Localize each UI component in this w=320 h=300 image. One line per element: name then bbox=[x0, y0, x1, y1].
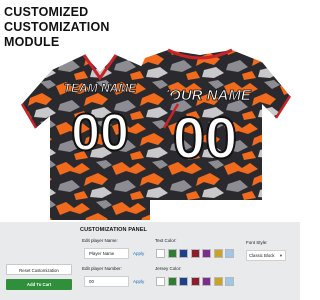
text-color-swatch[interactable] bbox=[156, 249, 165, 258]
text-color-label: Text Color: bbox=[155, 238, 177, 243]
jersey-color-swatch[interactable] bbox=[202, 277, 211, 286]
title-line: MODULE bbox=[4, 35, 60, 49]
jersey-color-swatch[interactable] bbox=[225, 277, 234, 286]
reset-customization-button[interactable]: Reset Customization bbox=[6, 264, 72, 275]
player-name-label: Edit player Name: bbox=[82, 238, 118, 243]
player-number-apply-button[interactable]: Apply bbox=[133, 279, 144, 284]
title-line: CUSTOMIZATION bbox=[4, 20, 110, 34]
player-number-label: Edit player Number: bbox=[82, 266, 122, 271]
jersey-color-label: Jersey Color: bbox=[155, 266, 182, 271]
jersey-color-swatch[interactable] bbox=[167, 277, 177, 286]
customization-page: YOUR NAME 00 TEAM NAME 00 CUSTOMIZED CUS… bbox=[0, 0, 300, 300]
jersey-color-swatch[interactable] bbox=[179, 277, 188, 286]
player-number-input[interactable]: 00 bbox=[84, 276, 129, 287]
player-name-apply-button[interactable]: Apply bbox=[133, 251, 144, 256]
page-title: CUSTOMIZED CUSTOMIZATION MODULE bbox=[4, 5, 164, 50]
chevron-down-icon: ▼ bbox=[279, 253, 283, 258]
text-color-swatch[interactable] bbox=[225, 249, 234, 258]
title-line: CUSTOMIZED bbox=[4, 5, 89, 19]
text-color-swatch[interactable] bbox=[213, 249, 223, 258]
text-color-swatch[interactable] bbox=[167, 249, 177, 258]
add-to-cart-button[interactable]: Add To Cart bbox=[6, 279, 72, 290]
font-style-select[interactable]: Classic Block ▼ bbox=[246, 250, 286, 261]
text-color-swatch[interactable] bbox=[179, 249, 188, 258]
font-style-value: Classic Block bbox=[249, 253, 275, 258]
player-name-input[interactable]: Player Name bbox=[84, 248, 129, 259]
text-color-swatch[interactable] bbox=[202, 249, 211, 258]
jersey-color-swatch[interactable] bbox=[213, 277, 223, 286]
jersey-color-swatch[interactable] bbox=[190, 277, 200, 286]
front-number-text: 00 bbox=[71, 104, 129, 162]
jersey-color-swatch[interactable] bbox=[156, 277, 165, 286]
back-number-text: 00 bbox=[173, 106, 238, 171]
panel-title: CUSTOMIZATION PANEL bbox=[80, 227, 147, 233]
text-color-swatch[interactable] bbox=[190, 249, 200, 258]
customization-panel: CUSTOMIZATION PANEL Reset Customization … bbox=[0, 222, 300, 300]
font-style-label: Font Style: bbox=[246, 240, 268, 245]
front-name-text: TEAM NAME bbox=[64, 81, 138, 95]
